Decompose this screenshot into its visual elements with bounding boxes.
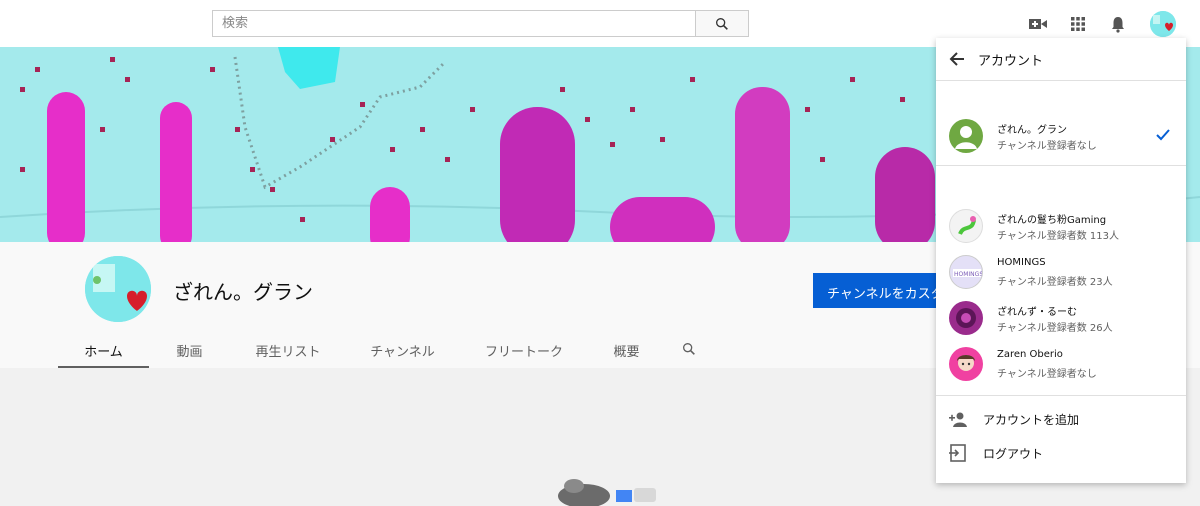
channel-avatar	[85, 256, 151, 322]
apps-button[interactable]	[1068, 14, 1088, 34]
menu-title: アカウント	[978, 53, 1044, 69]
account-name: ざれんず・るーむ	[997, 307, 1077, 318]
search-icon	[683, 343, 695, 355]
account-subscribers: チャンネル登録者数 26人	[997, 323, 1113, 334]
add-account-label: アカウントを追加	[983, 413, 1080, 427]
channel-name: ざれん。グラン	[173, 280, 313, 304]
account-item[interactable]: ざれんの鬘ち粉Gaming チャンネル登録者数 113人	[936, 203, 1186, 249]
logout-button[interactable]: ログアウト	[936, 436, 1186, 470]
person-add-icon	[949, 412, 967, 427]
tab-channels[interactable]: チャンネル	[346, 330, 459, 368]
account-item[interactable]: Zaren Oberio チャンネル登録者なし	[936, 341, 1186, 387]
account-subscribers: チャンネル登録者数 113人	[997, 231, 1119, 242]
tab-home[interactable]: ホーム	[58, 330, 149, 368]
arrow-back-icon	[949, 52, 964, 66]
account-switcher-menu: アカウント ざれん。グラン チャンネル登録者なし ざれんの鬘ち粉Gaming チ…	[936, 38, 1186, 483]
create-video-button[interactable]	[1028, 14, 1048, 34]
search-input[interactable]	[212, 10, 695, 37]
avatar-icon	[1150, 11, 1176, 37]
channel-tabs: ホーム 動画 再生リスト チャンネル フリートーク 概要	[58, 330, 714, 368]
empty-state-illustration	[558, 479, 656, 506]
account-item[interactable]: ざれんず・るーむ チャンネル登録者数 26人	[936, 295, 1186, 341]
bell-icon	[1112, 17, 1124, 33]
apps-grid-icon	[1071, 17, 1085, 31]
tab-search[interactable]	[664, 330, 714, 368]
account-avatar	[949, 209, 983, 243]
account-item-current[interactable]: ざれん。グラン チャンネル登録者なし	[936, 113, 1186, 159]
account-name: ざれん。グラン	[997, 125, 1067, 136]
add-account-button[interactable]: アカウントを追加	[936, 402, 1186, 436]
account-item[interactable]: HOMINGS HOMINGS チャンネル登録者数 23人	[936, 249, 1186, 295]
menu-header: アカウント	[936, 38, 1186, 81]
search-box	[212, 10, 749, 37]
logout-label: ログアウト	[983, 447, 1044, 461]
check-icon	[1156, 129, 1170, 141]
tab-about[interactable]: 概要	[589, 330, 664, 368]
notifications-button[interactable]	[1108, 14, 1128, 34]
account-avatar	[949, 347, 983, 381]
tab-videos[interactable]: 動画	[149, 330, 230, 368]
channel-avatar-image	[85, 256, 151, 322]
logout-icon	[949, 444, 966, 462]
account-name: ざれんの鬘ち粉Gaming	[997, 215, 1107, 226]
account-subscribers: チャンネル登録者なし	[997, 141, 1097, 152]
search-icon	[716, 17, 728, 30]
account-avatar	[949, 301, 983, 335]
svg-text:HOMINGS: HOMINGS	[954, 271, 983, 278]
top-icons	[1008, 10, 1176, 38]
account-avatar-button[interactable]	[1150, 11, 1176, 37]
back-button[interactable]	[948, 50, 966, 68]
tab-discussion[interactable]: フリートーク	[459, 330, 589, 368]
account-subscribers: チャンネル登録者数 23人	[997, 277, 1113, 288]
search-button[interactable]	[695, 10, 749, 37]
video-camera-icon	[1029, 19, 1047, 29]
customize-channel-button[interactable]: チャンネルをカスタマイズ	[813, 273, 953, 308]
account-subscribers: チャンネル登録者なし	[997, 369, 1097, 380]
account-name: HOMINGS	[997, 257, 1046, 268]
account-avatar: HOMINGS	[949, 255, 983, 289]
account-name: Zaren Oberio	[997, 349, 1063, 360]
default-avatar-icon	[949, 119, 983, 153]
tab-playlists[interactable]: 再生リスト	[230, 330, 346, 368]
